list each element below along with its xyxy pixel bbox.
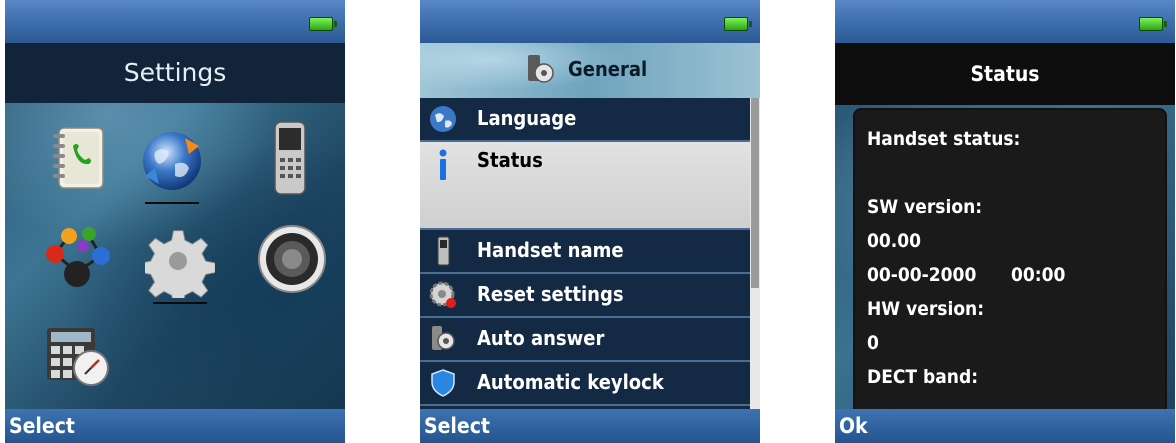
globe-sync-icon[interactable] [137, 124, 207, 204]
sw-version-label: SW version: [867, 196, 983, 218]
info-icon [428, 148, 458, 180]
menu-item-automatic-keylock[interactable]: Automatic keylock [420, 362, 750, 406]
handset-icon[interactable] [255, 118, 325, 195]
scroll-thumb[interactable] [751, 98, 759, 288]
menu-item-language[interactable]: Language [420, 98, 750, 142]
status-panel: Handset status: SW version: 00.00 00-00-… [853, 108, 1167, 409]
molecule-network-icon[interactable] [41, 222, 111, 296]
softkey-ok[interactable]: Ok [835, 409, 1175, 443]
hw-version-label: HW version: [867, 298, 985, 320]
sw-date: 00-00-2000 [867, 264, 977, 286]
menu-item-label: Auto answer [477, 326, 605, 350]
menu-item-label: Automatic keylock [477, 370, 664, 394]
gear-reset-icon [428, 280, 458, 310]
scrollbar[interactable] [750, 98, 760, 409]
battery-icon [724, 17, 752, 31]
general-screen: General Language Status Handset name Res… [420, 0, 760, 443]
status-bar [835, 0, 1175, 43]
menu-item-handset-name[interactable]: Handset name [420, 230, 750, 274]
battery-icon [309, 17, 337, 31]
globe-underline [145, 202, 199, 204]
handset-status-label: Handset status: [867, 128, 1021, 150]
sw-version-value: 00.00 [867, 230, 922, 252]
globe-icon [428, 104, 458, 134]
menu-item-label: Status [477, 148, 543, 172]
gear-underline [153, 302, 207, 304]
handset-gear-icon [428, 324, 458, 354]
status-bar [5, 0, 345, 43]
general-menu: Language Status Handset name Reset setti… [420, 98, 750, 409]
status-background: Handset status: SW version: 00.00 00-00-… [835, 105, 1175, 409]
menu-item-label: Language [477, 106, 577, 130]
menu-item-label: Handset name [477, 238, 624, 262]
menu-item-label: Reset settings [477, 282, 624, 306]
hw-version-value: 0 [867, 332, 879, 354]
page-title: Status [835, 43, 1175, 105]
calculator-timer-icon[interactable] [41, 318, 111, 392]
handset-icon [428, 236, 458, 266]
shield-icon [428, 368, 458, 398]
softkey-select[interactable]: Select [5, 409, 345, 443]
softkey-select[interactable]: Select [420, 409, 760, 443]
menu-item-reset-settings[interactable]: Reset settings [420, 274, 750, 318]
battery-icon [1139, 17, 1167, 31]
speaker-icon[interactable] [255, 222, 326, 296]
status-bar [420, 0, 760, 43]
sw-time: 00:00 [1011, 264, 1066, 286]
settings-screen: Settings Select [5, 0, 345, 443]
menu-item-auto-answer[interactable]: Auto answer [420, 318, 750, 362]
menu-item-status[interactable]: Status [420, 142, 750, 230]
status-screen: Status Handset status: SW version: 00.00… [835, 0, 1175, 443]
contacts-book-icon[interactable] [43, 122, 113, 196]
dect-band-label: DECT band: [867, 366, 979, 388]
general-header: General [420, 43, 760, 98]
page-title: General [568, 57, 648, 81]
page-title: Settings [5, 43, 345, 103]
handset-gear-icon [524, 53, 556, 85]
gear-icon[interactable] [140, 224, 216, 306]
